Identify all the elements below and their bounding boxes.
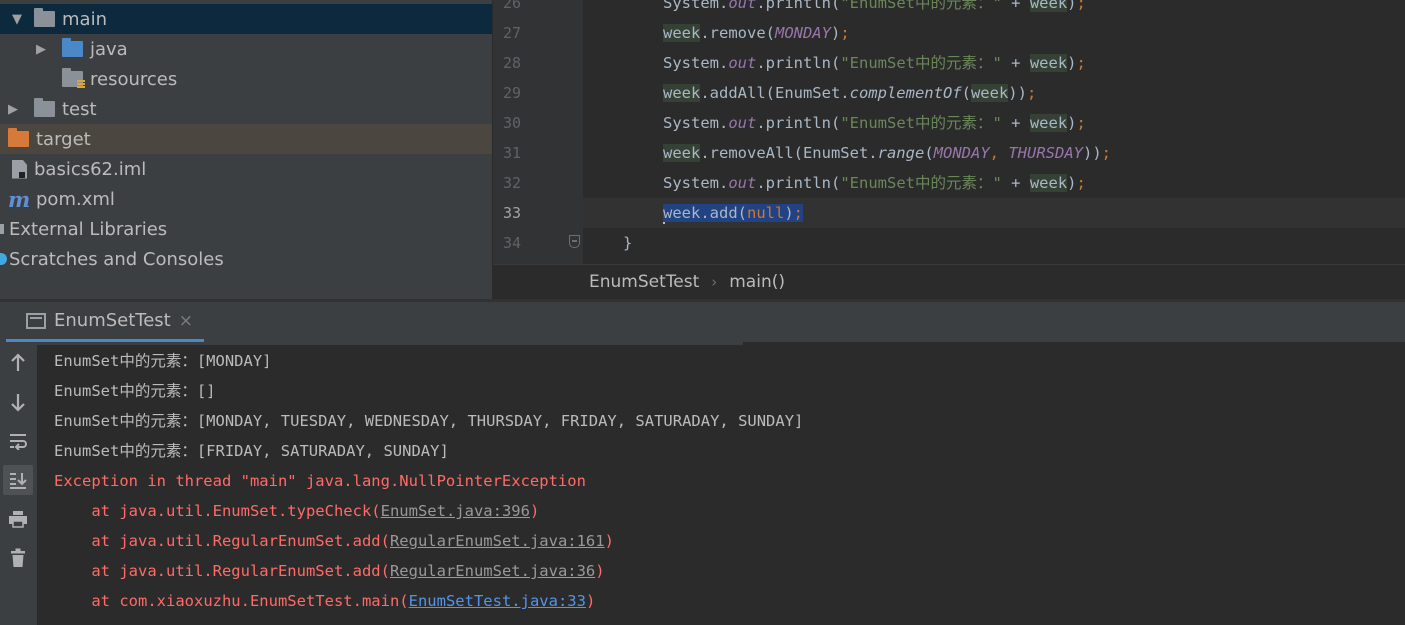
fold-marker-icon[interactable] (569, 235, 580, 248)
code-line: System.out.println("EnumSet中的元素：" + week… (663, 114, 1086, 132)
soft-wrap-icon[interactable] (3, 426, 33, 456)
exception-line: Exception in thread "main" java.lang.Nul… (54, 472, 586, 490)
tree-item-external-libraries[interactable]: External Libraries (0, 214, 492, 244)
close-icon[interactable]: × (179, 311, 193, 331)
code-line: System.out.println("EnumSet中的元素：" + week… (663, 174, 1086, 192)
code-line: week.addAll(EnumSet.complementOf(week)); (663, 84, 1037, 102)
code-line: System.out.println("EnumSet中的元素：" + week… (663, 54, 1086, 72)
tree-item-java[interactable]: ▶ java (0, 34, 492, 64)
tree-item-test[interactable]: ▶ test (0, 94, 492, 124)
module-file-icon (12, 159, 27, 179)
code-line: System.out.println("EnumSet中的元素：" + week… (583, 0, 1405, 18)
folder-icon (34, 98, 55, 117)
source-folder-icon (62, 38, 83, 57)
folder-icon (34, 8, 55, 27)
chevron-right-icon[interactable]: ▶ (6, 102, 20, 117)
line-number: 34 (502, 234, 521, 252)
tree-item-label: External Libraries (9, 218, 168, 240)
trace-link[interactable]: RegularEnumSet.java:161 (390, 532, 605, 550)
tree-item-iml[interactable]: basics62.iml (0, 154, 492, 184)
tree-item-target[interactable]: target (0, 124, 492, 154)
library-icon (0, 224, 4, 234)
tree-item-label: pom.xml (36, 188, 115, 210)
breadcrumb-separator: › (711, 273, 718, 291)
breadcrumb-method[interactable]: main() (729, 272, 785, 292)
tree-item-label: basics62.iml (34, 158, 147, 180)
tree-item-label: resources (90, 68, 178, 90)
tree-item-label: main (62, 8, 107, 30)
line-number: 26 (502, 0, 521, 12)
tree-item-label: test (62, 98, 97, 120)
stack-trace-line: at com.xiaoxuzhu.EnumSetTest.main(EnumSe… (54, 592, 596, 610)
down-arrow-icon[interactable] (3, 387, 33, 417)
trace-link[interactable]: EnumSet.java:396 (381, 502, 530, 520)
tree-item-scratches[interactable]: Scratches and Consoles (0, 244, 492, 274)
chevron-down-icon[interactable]: ▼ (10, 12, 24, 27)
project-tree: ▼ main ▶ java resources ▶ test target ba… (0, 0, 492, 299)
tree-item-label: target (36, 128, 91, 150)
scratches-icon (0, 253, 7, 265)
stack-trace-line: at java.util.EnumSet.typeCheck(EnumSet.j… (54, 502, 540, 520)
console-icon (26, 312, 46, 329)
run-tab[interactable]: EnumSetTest × (6, 302, 204, 342)
scroll-to-end-icon[interactable] (3, 465, 33, 495)
tree-item-label: Scratches and Consoles (9, 248, 224, 270)
tree-item-label: java (90, 38, 128, 60)
code-line-current: week.add(null); (583, 198, 1405, 228)
console-line: EnumSet中的元素：[FRIDAY, SATURADAY, SUNDAY] (54, 442, 449, 460)
line-number: 30 (502, 114, 521, 132)
line-number: 31 (502, 144, 521, 162)
breadcrumb-class[interactable]: EnumSetTest (589, 272, 699, 292)
excluded-folder-icon (8, 128, 29, 147)
resources-folder-icon (62, 68, 85, 89)
selection: week.add(null); (663, 204, 804, 222)
gutter: 26 27 28 29 30 31 32 33 34 (493, 0, 611, 264)
line-number: 29 (502, 84, 521, 102)
code-editor[interactable]: 26 27 28 29 30 31 32 33 34 System.out.pr… (493, 0, 1405, 264)
line-number: 33 (502, 204, 521, 222)
breadcrumb: EnumSetTest › main() (493, 264, 1405, 299)
stack-trace-line: at java.util.RegularEnumSet.add(RegularE… (54, 532, 614, 550)
code-line: } (623, 234, 633, 252)
tree-item-resources[interactable]: resources (0, 64, 492, 94)
print-icon[interactable] (3, 504, 33, 534)
stack-trace-line: at java.util.RegularEnumSet.add(RegularE… (54, 562, 605, 580)
run-toolbar (0, 342, 37, 625)
console-line: EnumSet中的元素：[MONDAY] (54, 352, 272, 370)
run-tab-bar: EnumSetTest × (0, 302, 1405, 342)
code-area[interactable]: System.out.println("EnumSet中的元素：" + week… (583, 0, 1405, 264)
console-output[interactable]: EnumSet中的元素：[MONDAY] EnumSet中的元素：[] Enum… (37, 345, 1405, 625)
maven-icon: m (8, 186, 31, 212)
console-line: EnumSet中的元素：[] (54, 382, 216, 400)
line-number: 32 (502, 174, 521, 192)
line-number: 28 (502, 54, 521, 72)
code-line: week.removeAll(EnumSet.range(MONDAY, THU… (663, 144, 1112, 162)
tree-item-main[interactable]: ▼ main (0, 4, 492, 34)
run-tab-label: EnumSetTest (54, 310, 171, 331)
up-arrow-icon[interactable] (3, 348, 33, 378)
tree-item-pom[interactable]: m pom.xml (0, 184, 492, 214)
trace-link[interactable]: EnumSetTest.java:33 (409, 592, 586, 610)
trace-link[interactable]: RegularEnumSet.java:36 (390, 562, 595, 580)
chevron-right-icon[interactable]: ▶ (34, 42, 48, 57)
console-line: EnumSet中的元素：[MONDAY, TUESDAY, WEDNESDAY,… (54, 412, 804, 430)
code-line: week.remove(MONDAY); (663, 24, 850, 42)
trash-icon[interactable] (3, 543, 33, 573)
line-number: 27 (502, 24, 521, 42)
